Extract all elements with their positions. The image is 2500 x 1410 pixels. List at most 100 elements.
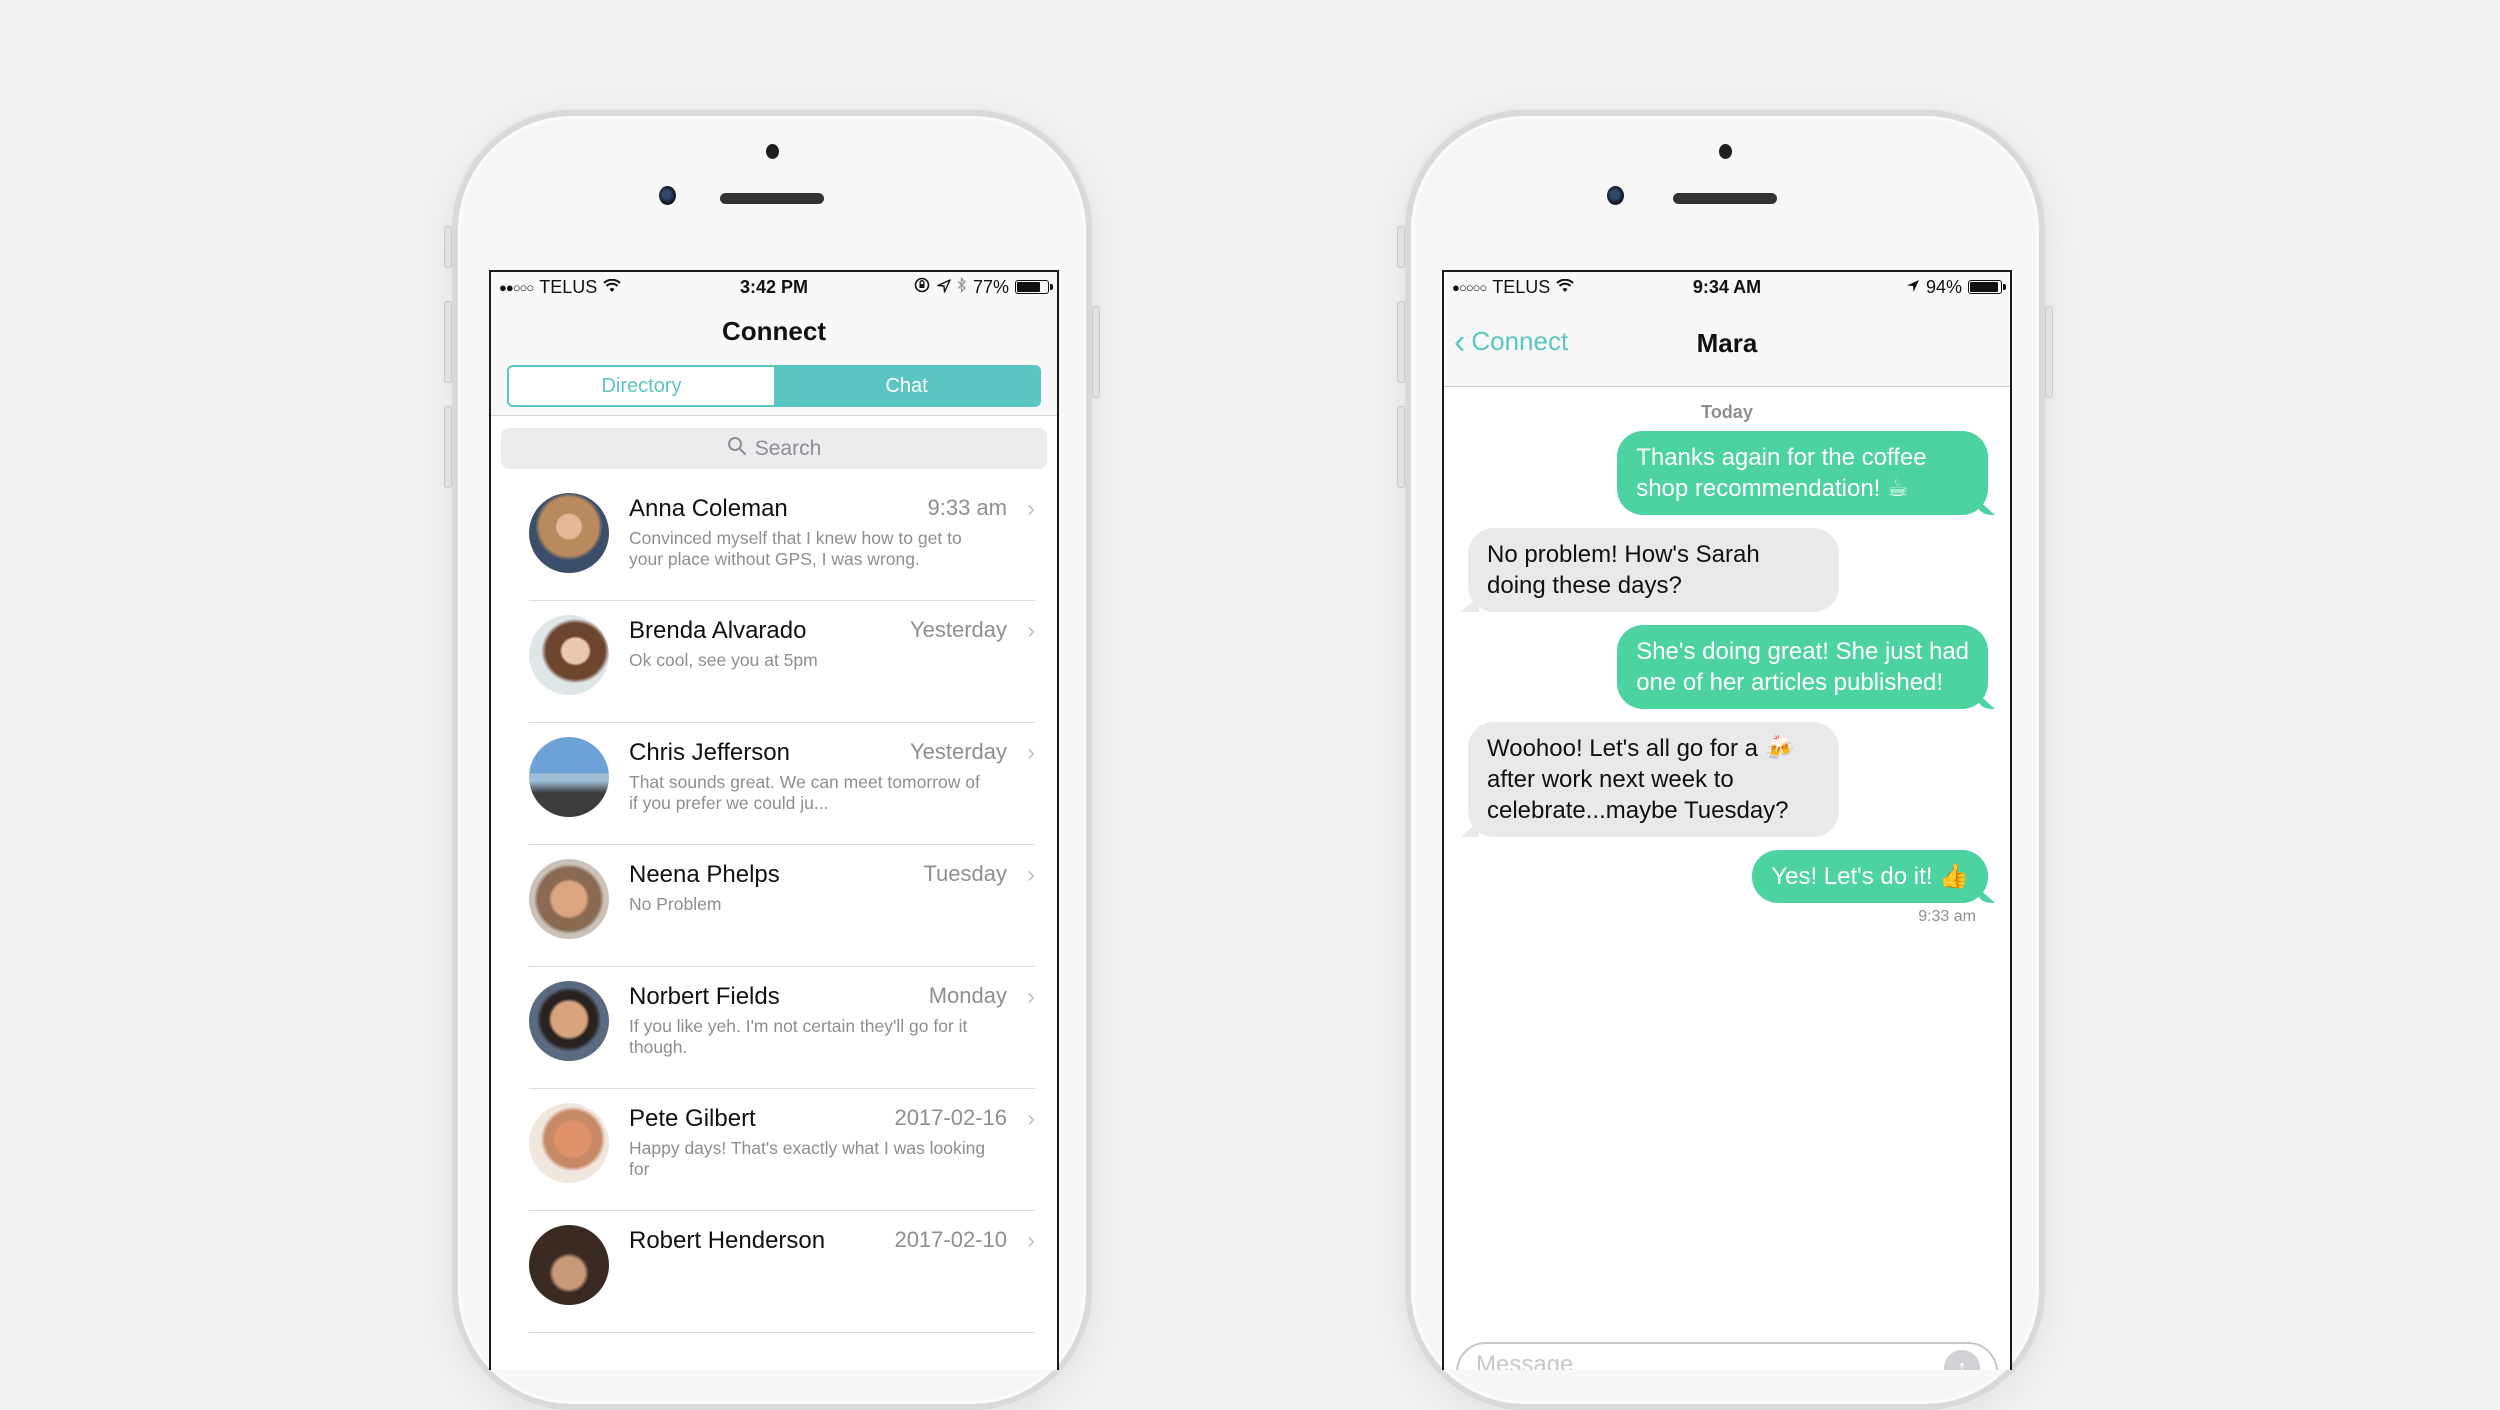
- chat-time: Tuesday: [923, 861, 1007, 886]
- message-thread: Thanks again for the coffee shop recomme…: [1444, 431, 2010, 926]
- mute-switch: [1397, 226, 1405, 268]
- chevron-left-icon: ‹: [1454, 322, 1466, 361]
- front-camera: [659, 186, 676, 205]
- proximity-sensor: [766, 144, 779, 159]
- volume-up-button: [1397, 301, 1405, 383]
- avatar: [529, 859, 609, 939]
- volume-down-button: [444, 406, 452, 488]
- chat-list-item[interactable]: Neena Phelps Tuesday › No Problem: [529, 845, 1035, 967]
- volume-down-button: [1397, 406, 1405, 488]
- location-arrow-icon: [937, 277, 951, 298]
- avatar: [529, 615, 609, 695]
- avatar: [529, 493, 609, 573]
- contact-name: Norbert Fields: [629, 983, 780, 1010]
- chevron-right-icon: ›: [1027, 739, 1035, 766]
- chat-list-item[interactable]: Robert Henderson 2017-02-10 ›: [529, 1211, 1035, 1333]
- navigation-bar: Connect Directory Chat: [491, 302, 1057, 416]
- message-bubble-incoming: Woohoo! Let's all go for a 🍻 after work …: [1468, 722, 1839, 837]
- navigation-bar: ‹ Connect Mara: [1444, 302, 2010, 387]
- message-preview: Happy days! That's exactly what I was lo…: [629, 1138, 986, 1179]
- back-button[interactable]: ‹ Connect: [1454, 322, 1569, 361]
- tab-directory[interactable]: Directory: [509, 367, 774, 405]
- contact-name: Chris Jefferson: [629, 739, 790, 766]
- message-preview: No Problem: [629, 894, 722, 914]
- battery-percent: 77%: [972, 276, 1009, 297]
- status-bar: ●●○○○ TELUS 3:42 PM 77%: [491, 272, 1057, 302]
- message-input[interactable]: [1474, 1350, 1944, 1370]
- chat-list-item[interactable]: Pete Gilbert 2017-02-16 › Happy days! Th…: [529, 1089, 1035, 1211]
- message-bubble-outgoing: She's doing great! She just had one of h…: [1617, 625, 1988, 709]
- power-button: [2045, 306, 2053, 398]
- earpiece-speaker: [1673, 193, 1777, 204]
- battery-icon: [1015, 280, 1053, 294]
- chat-time: Monday: [928, 983, 1007, 1008]
- contact-name: Robert Henderson: [629, 1227, 826, 1254]
- contact-name: Pete Gilbert: [629, 1105, 756, 1132]
- proximity-sensor: [1719, 144, 1732, 159]
- message-bubble-incoming: No problem! How's Sarah doing these days…: [1468, 528, 1839, 612]
- screen-conversation: ●○○○○ TELUS 9:34 AM 94% ‹ Connect Mara T…: [1442, 270, 2012, 1370]
- orientation-lock-icon: [913, 276, 931, 299]
- chevron-right-icon: ›: [1027, 861, 1035, 888]
- chat-list-item[interactable]: Anna Coleman 9:33 am › Convinced myself …: [529, 479, 1035, 601]
- chat-list: Anna Coleman 9:33 am › Convinced myself …: [491, 479, 1057, 1333]
- contact-name: Anna Coleman: [629, 495, 788, 522]
- bluetooth-icon: [957, 276, 967, 298]
- avatar: [529, 1103, 609, 1183]
- back-label: Connect: [1471, 326, 1569, 356]
- message-composer: ↑: [1456, 1342, 1998, 1370]
- phone-right: ●○○○○ TELUS 9:34 AM 94% ‹ Connect Mara T…: [1397, 110, 2053, 1410]
- carrier-label: TELUS: [539, 276, 598, 297]
- volume-up-button: [444, 301, 452, 383]
- date-separator: Today: [1701, 402, 1753, 422]
- message-bubble-outgoing: Thanks again for the coffee shop recomme…: [1617, 431, 1988, 515]
- chevron-right-icon: ›: [1027, 983, 1035, 1010]
- wifi-icon: [603, 277, 621, 298]
- carrier-label: TELUS: [1492, 276, 1551, 297]
- chat-time: Yesterday: [909, 617, 1007, 642]
- front-camera: [1607, 186, 1624, 205]
- phone-left: ●●○○○ TELUS 3:42 PM 77% Connect Director…: [444, 110, 1100, 1410]
- message-preview: Ok cool, see you at 5pm: [629, 650, 818, 670]
- contact-name: Brenda Alvarado: [629, 617, 807, 644]
- battery-icon: [1968, 280, 2006, 294]
- mute-switch: [444, 226, 452, 268]
- chevron-right-icon: ›: [1027, 1227, 1035, 1254]
- tab-chat[interactable]: Chat: [774, 367, 1039, 405]
- send-button[interactable]: ↑: [1944, 1350, 1980, 1370]
- arrow-up-icon: ↑: [1956, 1355, 1968, 1370]
- chat-time: 9:33 am: [927, 495, 1008, 520]
- status-bar: ●○○○○ TELUS 9:34 AM 94%: [1444, 272, 2010, 302]
- search-input[interactable]: Search: [501, 428, 1047, 469]
- screen-chat-list: ●●○○○ TELUS 3:42 PM 77% Connect Director…: [489, 270, 1059, 1370]
- chat-time: 2017-02-16: [894, 1105, 1007, 1130]
- location-arrow-icon: [1906, 277, 1920, 298]
- chat-list-item[interactable]: Brenda Alvarado Yesterday › Ok cool, see…: [529, 601, 1035, 723]
- avatar: [529, 737, 609, 817]
- search-placeholder: Search: [754, 436, 822, 460]
- message-preview: If you like yeh. I'm not certain they'll…: [629, 1016, 968, 1057]
- avatar: [529, 981, 609, 1061]
- chevron-right-icon: ›: [1027, 617, 1035, 644]
- message-timestamp: 9:33 am: [1918, 908, 1976, 925]
- earpiece-speaker: [720, 193, 824, 204]
- contact-name: Neena Phelps: [629, 861, 780, 888]
- search-icon: [727, 436, 747, 462]
- chevron-right-icon: ›: [1027, 495, 1035, 522]
- battery-percent: 94%: [1925, 276, 1962, 297]
- chat-list-item[interactable]: Norbert Fields Monday › If you like yeh.…: [529, 967, 1035, 1089]
- page-title: Connect: [722, 316, 826, 346]
- power-button: [1092, 306, 1100, 398]
- avatar: [529, 1225, 609, 1305]
- chevron-right-icon: ›: [1027, 1105, 1035, 1132]
- chat-time: 2017-02-10: [894, 1227, 1007, 1252]
- chat-list-item[interactable]: Chris Jefferson Yesterday › That sounds …: [529, 723, 1035, 845]
- segmented-control: Directory Chat: [507, 365, 1041, 407]
- chat-time: Yesterday: [909, 739, 1007, 764]
- signal-strength: ●●○○○: [499, 279, 534, 295]
- message-preview: That sounds great. We can meet tomorrow …: [629, 772, 980, 813]
- wifi-icon: [1556, 277, 1574, 298]
- signal-strength: ●○○○○: [1452, 279, 1487, 295]
- message-bubble-outgoing: Yes! Let's do it! 👍: [1752, 850, 1988, 903]
- message-preview: Convinced myself that I knew how to get …: [629, 528, 962, 569]
